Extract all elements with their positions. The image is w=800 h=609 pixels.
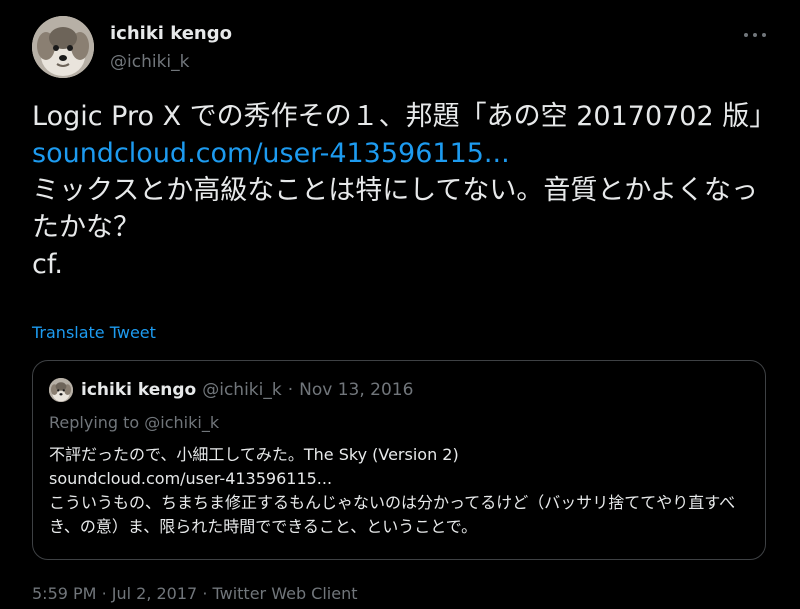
- separator-dot: ·: [287, 380, 294, 400]
- tweet-meta: 5:59 PM · Jul 2, 2017 · Twitter Web Clie…: [32, 584, 358, 603]
- translate-tweet-link[interactable]: Translate Tweet: [32, 323, 156, 342]
- dot: [753, 33, 757, 37]
- replying-prefix: Replying to: [49, 413, 140, 432]
- dot: [762, 33, 766, 37]
- tweet-text: Logic Pro X での秀作その１、邦題「あの空 20170702 版」 s…: [32, 98, 777, 283]
- tweet-date[interactable]: Jul 2, 2017: [112, 584, 197, 603]
- tweet-text-line: ミックスとか高級なことは特にしてない。音質とかよくなったかな？: [32, 175, 759, 243]
- tweet: ichiki kengo @ichiki_k Logic Pro X での秀作そ…: [0, 0, 800, 609]
- separator-dot: ·: [101, 584, 107, 603]
- quoted-tweet-text: 不評だったので、小細工してみた。The Sky (Version 2) soun…: [49, 443, 753, 539]
- author-info: ichiki kengo @ichiki_k: [110, 22, 232, 74]
- author-avatar[interactable]: [32, 16, 94, 78]
- tweet-text-line: Logic Pro X での秀作その１、邦題「あの空 20170702 版」: [32, 101, 777, 132]
- quoted-author-avatar: [49, 378, 73, 402]
- quoted-text-link: soundcloud.com/user-413596115...: [49, 469, 333, 488]
- tweet-time[interactable]: 5:59 PM: [32, 584, 96, 603]
- more-horizontal-icon[interactable]: [744, 26, 766, 44]
- dog-avatar-icon: [49, 378, 73, 402]
- author-display-name[interactable]: ichiki kengo: [110, 22, 232, 46]
- quoted-date: Nov 13, 2016: [299, 380, 414, 400]
- quoted-tweet-header: ichiki kengo @ichiki_k · Nov 13, 2016: [49, 378, 413, 402]
- quoted-tweet[interactable]: ichiki kengo @ichiki_k · Nov 13, 2016 Re…: [32, 360, 766, 560]
- dot: [744, 33, 748, 37]
- quoted-text-line: 不評だったので、小細工してみた。The Sky (Version 2): [49, 445, 459, 464]
- replying-to: Replying to @ichiki_k: [49, 413, 219, 432]
- replying-handle: @ichiki_k: [144, 413, 220, 432]
- separator-dot: ·: [202, 584, 208, 603]
- quoted-author-handle: @ichiki_k: [202, 380, 282, 400]
- tweet-client[interactable]: Twitter Web Client: [213, 584, 358, 603]
- dog-avatar-icon: [32, 16, 94, 78]
- quoted-text-line: こういうもの、ちまちま修正するもんじゃないのは分かってるけど（バッサリ捨ててやり…: [49, 493, 736, 536]
- author-handle[interactable]: @ichiki_k: [110, 50, 232, 74]
- quoted-author-name: ichiki kengo: [81, 380, 197, 400]
- tweet-link[interactable]: soundcloud.com/user-413596115...: [32, 138, 510, 169]
- tweet-text-line: cf.: [32, 249, 63, 280]
